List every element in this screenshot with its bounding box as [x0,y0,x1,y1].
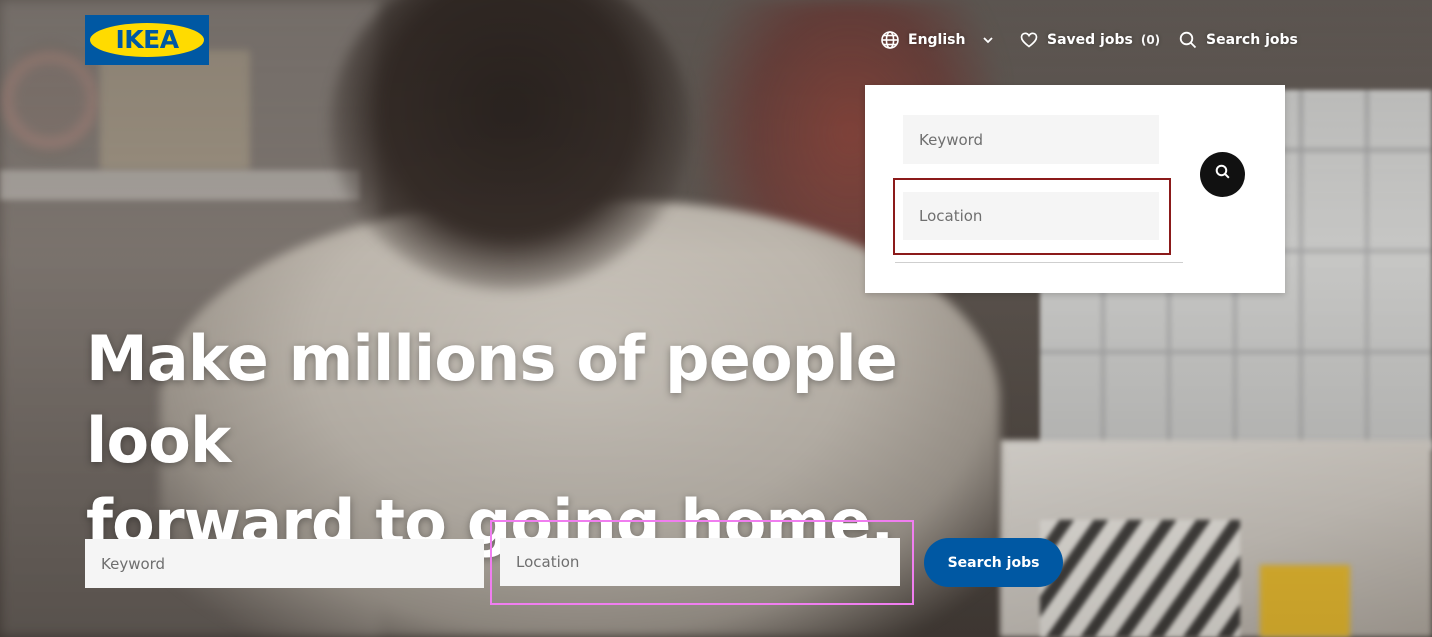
hero-keyword-input[interactable] [85,539,484,588]
saved-jobs-link[interactable]: Saved jobs (0) [1019,28,1160,52]
saved-jobs-label: Saved jobs [1047,32,1133,48]
saved-jobs-count: (0) [1140,33,1161,47]
search-icon [1214,163,1232,186]
panel-search-button[interactable] [1200,152,1245,197]
panel-divider [895,262,1183,263]
heart-icon [1019,30,1039,50]
search-icon [1178,30,1198,50]
logo-text: IKEA [115,25,179,54]
search-dropdown-panel [865,85,1285,293]
hero-location-input[interactable] [500,538,900,586]
panel-location-input[interactable] [903,192,1159,240]
search-jobs-label: Search jobs [1206,32,1298,48]
search-jobs-link[interactable]: Search jobs [1178,28,1298,52]
globe-icon [880,30,900,50]
language-selector[interactable]: English [880,28,995,52]
language-label: English [908,32,966,48]
ikea-logo[interactable]: IKEA [85,15,209,65]
hero-search-jobs-button[interactable]: Search jobs [924,538,1063,587]
chevron-down-icon [981,33,995,47]
hero-headline-line-1: Make millions of people look [86,322,898,477]
panel-keyword-input[interactable] [903,115,1159,164]
